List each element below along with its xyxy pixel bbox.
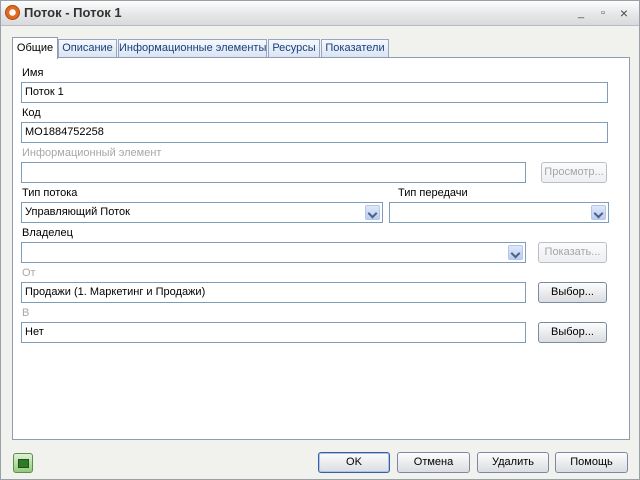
- from-input[interactable]: Продажи (1. Маркетинг и Продажи): [21, 282, 526, 303]
- owner-label: Владелец: [22, 227, 73, 239]
- minimize-icon[interactable]: _: [573, 5, 589, 21]
- cancel-button[interactable]: Отмена: [397, 452, 470, 473]
- flow-type-value: Управляющий Поток: [25, 206, 130, 218]
- tab-indicators[interactable]: Показатели: [321, 39, 389, 57]
- info-element-input: [21, 162, 526, 183]
- chevron-down-icon[interactable]: [365, 205, 380, 220]
- app-logo-icon: [5, 5, 20, 20]
- to-label: В: [22, 307, 30, 319]
- tab-info-elements[interactable]: Информационные элементы: [118, 39, 267, 57]
- view-button: Просмотр...: [541, 162, 607, 183]
- window-title: Поток - Поток 1: [24, 5, 122, 20]
- maximize-icon[interactable]: ▫: [595, 5, 611, 21]
- name-label: Имя: [22, 67, 44, 79]
- tab-general[interactable]: Общие: [12, 37, 58, 59]
- chevron-down-icon[interactable]: [508, 245, 523, 260]
- book-icon[interactable]: [13, 453, 33, 473]
- owner-select[interactable]: [21, 242, 526, 263]
- title-bar[interactable]: Поток - Поток 1 _ ▫ ×: [1, 1, 639, 26]
- tab-description[interactable]: Описание: [58, 39, 117, 57]
- close-icon[interactable]: ×: [616, 5, 632, 21]
- help-button[interactable]: Помощь: [555, 452, 628, 473]
- from-label: От: [22, 267, 36, 279]
- show-button: Показать...: [538, 242, 607, 263]
- info-element-label: Информационный элемент: [22, 147, 162, 159]
- select-to-button[interactable]: Выбор...: [538, 322, 607, 343]
- flow-type-label: Тип потока: [22, 187, 78, 199]
- tab-resources[interactable]: Ресурсы: [268, 39, 320, 57]
- to-input[interactable]: Нет: [21, 322, 526, 343]
- code-input[interactable]: MO1884752258: [21, 122, 608, 143]
- delete-button[interactable]: Удалить: [477, 452, 549, 473]
- select-from-button[interactable]: Выбор...: [538, 282, 607, 303]
- transfer-type-label: Тип передачи: [398, 187, 468, 199]
- transfer-type-select[interactable]: [389, 202, 609, 223]
- name-input[interactable]: Поток 1: [21, 82, 608, 103]
- ok-button[interactable]: OK: [318, 452, 390, 473]
- dialog-window: Поток - Поток 1 _ ▫ × Общие Описание Инф…: [0, 0, 640, 480]
- chevron-down-icon[interactable]: [591, 205, 606, 220]
- flow-type-select[interactable]: Управляющий Поток: [21, 202, 383, 223]
- code-label: Код: [22, 107, 41, 119]
